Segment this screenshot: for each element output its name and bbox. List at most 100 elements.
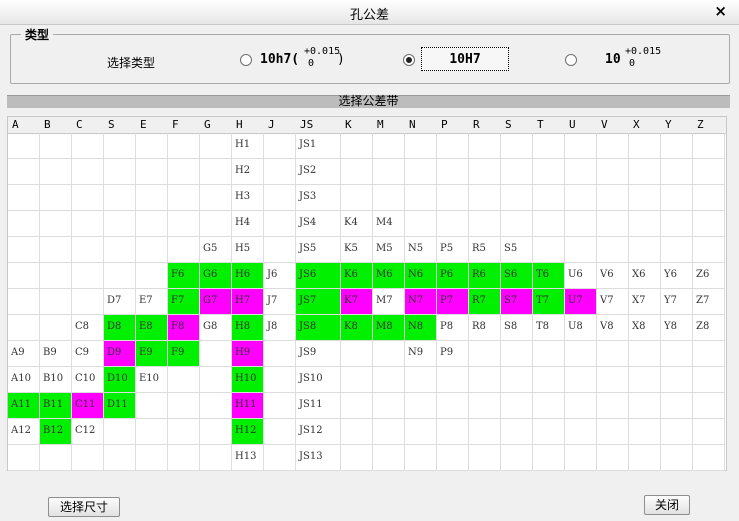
tolerance-cell[interactable]: Z8 — [693, 315, 725, 341]
tolerance-cell[interactable]: JS3 — [296, 185, 341, 211]
tolerance-cell[interactable]: T6 — [533, 263, 565, 289]
tolerance-cell[interactable]: H7 — [232, 289, 264, 315]
tolerance-cell[interactable]: X7 — [629, 289, 661, 315]
tolerance-cell[interactable]: JS11 — [296, 393, 341, 419]
tolerance-cell[interactable]: H11 — [232, 393, 264, 419]
tolerance-cell[interactable]: D7 — [104, 289, 136, 315]
tolerance-cell[interactable]: J6 — [264, 263, 296, 289]
tolerance-cell[interactable]: D8 — [104, 315, 136, 341]
tolerance-cell[interactable]: E10 — [136, 367, 168, 393]
tolerance-cell[interactable]: S6 — [501, 263, 533, 289]
tolerance-cell[interactable]: F9 — [168, 341, 200, 367]
tolerance-cell[interactable]: M4 — [373, 211, 405, 237]
tolerance-cell[interactable]: R8 — [469, 315, 501, 341]
tolerance-cell[interactable]: E8 — [136, 315, 168, 341]
tolerance-cell[interactable]: Y7 — [661, 289, 693, 315]
tolerance-cell[interactable]: K6 — [341, 263, 373, 289]
radio-option-2[interactable] — [403, 54, 415, 66]
tolerance-cell[interactable]: S7 — [501, 289, 533, 315]
tolerance-cell[interactable]: A12 — [8, 419, 40, 445]
tolerance-cell[interactable]: JS1 — [296, 133, 341, 159]
tolerance-cell[interactable]: G6 — [200, 263, 232, 289]
tolerance-cell[interactable]: A9 — [8, 341, 40, 367]
tolerance-cell[interactable]: D9 — [104, 341, 136, 367]
tolerance-cell[interactable]: K8 — [341, 315, 373, 341]
tolerance-cell[interactable]: JS9 — [296, 341, 341, 367]
tolerance-cell[interactable]: P7 — [437, 289, 469, 315]
tolerance-cell[interactable]: H9 — [232, 341, 264, 367]
tolerance-cell[interactable]: E9 — [136, 341, 168, 367]
select-size-button[interactable]: 选择尺寸 — [48, 497, 120, 517]
tolerance-cell[interactable]: T7 — [533, 289, 565, 315]
tolerance-cell[interactable]: K5 — [341, 237, 373, 263]
tolerance-cell[interactable]: H1 — [232, 133, 264, 159]
tolerance-cell[interactable]: H10 — [232, 367, 264, 393]
tolerance-cell[interactable]: C11 — [72, 393, 104, 419]
tolerance-cell[interactable]: B9 — [40, 341, 72, 367]
tolerance-cell[interactable]: B10 — [40, 367, 72, 393]
tolerance-cell[interactable]: M7 — [373, 289, 405, 315]
tolerance-cell[interactable]: R7 — [469, 289, 501, 315]
tolerance-cell[interactable]: N6 — [405, 263, 437, 289]
tolerance-cell[interactable]: JS6 — [296, 263, 341, 289]
tolerance-cell[interactable]: N9 — [405, 341, 437, 367]
tolerance-cell[interactable]: Z6 — [693, 263, 725, 289]
tolerance-cell[interactable]: P8 — [437, 315, 469, 341]
tolerance-cell[interactable]: N7 — [405, 289, 437, 315]
tolerance-cell[interactable]: F6 — [168, 263, 200, 289]
tolerance-cell[interactable]: JS10 — [296, 367, 341, 393]
tolerance-cell[interactable]: V7 — [597, 289, 629, 315]
tolerance-cell[interactable]: E7 — [136, 289, 168, 315]
tolerance-cell[interactable]: Y8 — [661, 315, 693, 341]
tolerance-cell[interactable]: B12 — [40, 419, 72, 445]
tolerance-cell[interactable]: D10 — [104, 367, 136, 393]
tolerance-cell[interactable]: J7 — [264, 289, 296, 315]
tolerance-cell[interactable]: V8 — [597, 315, 629, 341]
tolerance-cell[interactable]: M6 — [373, 263, 405, 289]
tolerance-cell[interactable]: C12 — [72, 419, 104, 445]
tolerance-cell[interactable]: P9 — [437, 341, 469, 367]
tolerance-cell[interactable]: S5 — [501, 237, 533, 263]
tolerance-cell[interactable]: X8 — [629, 315, 661, 341]
tolerance-cell[interactable]: Y6 — [661, 263, 693, 289]
tolerance-cell[interactable]: U6 — [565, 263, 597, 289]
tolerance-cell[interactable]: U8 — [565, 315, 597, 341]
tolerance-cell[interactable]: JS8 — [296, 315, 341, 341]
tolerance-cell[interactable]: J8 — [264, 315, 296, 341]
tolerance-cell[interactable]: A11 — [8, 393, 40, 419]
close-icon[interactable]: × — [714, 2, 727, 20]
tolerance-cell[interactable]: R5 — [469, 237, 501, 263]
tolerance-cell[interactable]: H12 — [232, 419, 264, 445]
tolerance-cell[interactable]: C8 — [72, 315, 104, 341]
tolerance-cell[interactable]: X6 — [629, 263, 661, 289]
tolerance-cell[interactable]: F7 — [168, 289, 200, 315]
tolerance-cell[interactable]: R6 — [469, 263, 501, 289]
tolerance-cell[interactable]: D11 — [104, 393, 136, 419]
tolerance-cell[interactable]: S8 — [501, 315, 533, 341]
tolerance-cell[interactable]: H8 — [232, 315, 264, 341]
tolerance-cell[interactable]: M5 — [373, 237, 405, 263]
tolerance-cell[interactable]: A10 — [8, 367, 40, 393]
tolerance-cell[interactable]: P6 — [437, 263, 469, 289]
tolerance-cell[interactable]: C9 — [72, 341, 104, 367]
tolerance-cell[interactable]: G7 — [200, 289, 232, 315]
tolerance-cell[interactable]: C10 — [72, 367, 104, 393]
tolerance-cell[interactable]: T8 — [533, 315, 565, 341]
tolerance-cell[interactable]: U7 — [565, 289, 597, 315]
close-button[interactable]: 关闭 — [644, 495, 690, 515]
tolerance-cell[interactable]: V6 — [597, 263, 629, 289]
tolerance-cell[interactable]: Z7 — [693, 289, 725, 315]
tolerance-cell[interactable]: H5 — [232, 237, 264, 263]
tolerance-cell[interactable]: B11 — [40, 393, 72, 419]
tolerance-cell[interactable]: JS4 — [296, 211, 341, 237]
tolerance-cell[interactable]: H2 — [232, 159, 264, 185]
tolerance-cell[interactable]: G5 — [200, 237, 232, 263]
tolerance-cell[interactable]: G8 — [200, 315, 232, 341]
tolerance-cell[interactable]: F8 — [168, 315, 200, 341]
tolerance-cell[interactable]: K4 — [341, 211, 373, 237]
tolerance-cell[interactable]: JS13 — [296, 445, 341, 471]
radio-option-3[interactable] — [565, 54, 577, 66]
tolerance-cell[interactable]: JS5 — [296, 237, 341, 263]
radio-option-1[interactable] — [240, 54, 252, 66]
tolerance-cell[interactable]: H3 — [232, 185, 264, 211]
